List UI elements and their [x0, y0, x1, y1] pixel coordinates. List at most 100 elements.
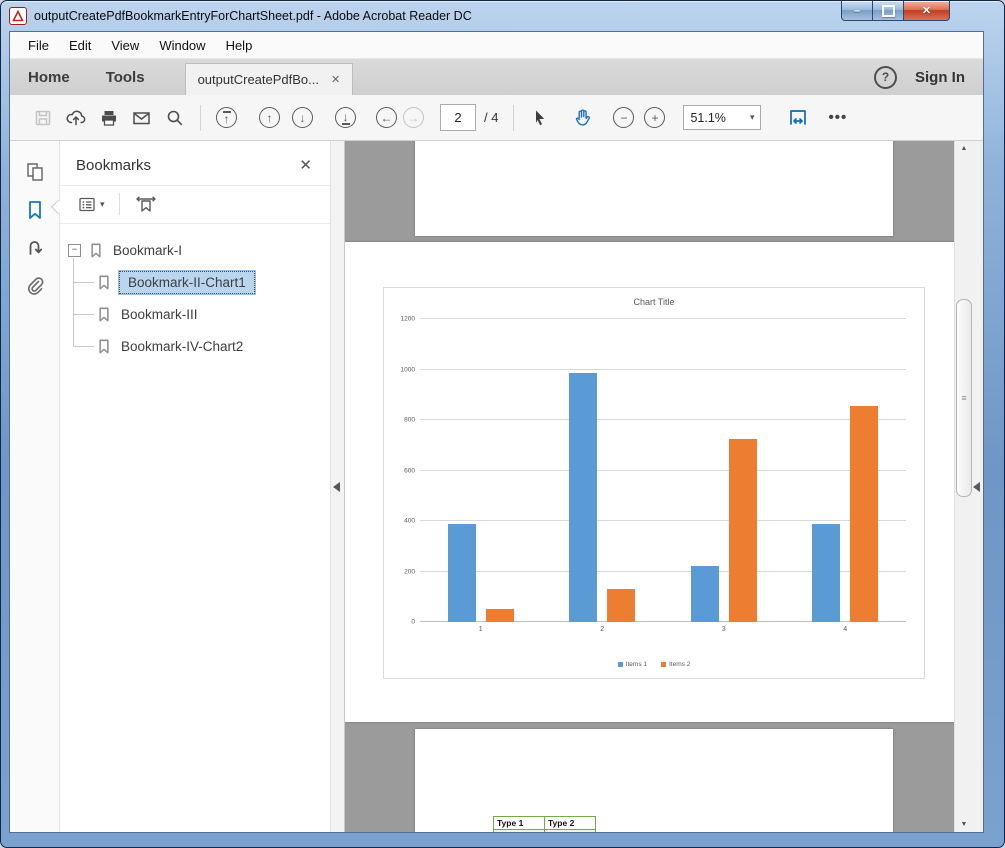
fit-width-icon — [787, 107, 809, 129]
legend-item: Items 2 — [661, 661, 690, 668]
content-navigation-button[interactable] — [18, 233, 52, 263]
zoom-level-dropdown[interactable]: 51.1% ▾ — [683, 105, 761, 130]
bar-items-2-cat-4 — [850, 406, 878, 622]
attachments-button[interactable] — [18, 271, 52, 301]
app-content: File Edit View Window Help Home Tools ou… — [9, 31, 984, 833]
email-button[interactable] — [125, 101, 158, 135]
menu-file[interactable]: File — [18, 34, 59, 57]
scroll-down-icon[interactable]: ▼ — [955, 821, 973, 828]
zoom-out-button[interactable]: − — [607, 101, 640, 135]
next-page-button[interactable]: ↓ — [286, 101, 319, 135]
menu-view[interactable]: View — [101, 34, 149, 57]
bar-items-1-cat-1 — [448, 524, 476, 622]
acrobat-window: outputCreatePdfBookmarkEntryForChartShee… — [0, 0, 1005, 848]
bookmarks-panel-button[interactable] — [18, 195, 52, 225]
select-arrow-icon — [530, 108, 550, 128]
select-tool-button[interactable] — [523, 101, 556, 135]
print-button[interactable] — [92, 101, 125, 135]
bar-groups — [420, 319, 906, 622]
sign-in-button[interactable]: Sign In — [915, 69, 965, 86]
grip-icon: ≡ — [961, 393, 966, 403]
page-1-bottom — [415, 141, 893, 236]
menu-help[interactable]: Help — [216, 34, 263, 57]
last-page-button[interactable]: ↓ — [329, 101, 362, 135]
share-button[interactable] — [59, 101, 92, 135]
minimize-button[interactable]: – — [841, 1, 873, 21]
window-controls: – ✕ — [841, 1, 950, 21]
new-bookmark-button[interactable] — [128, 194, 164, 214]
main-area: Bookmarks ✕ ▾ — [10, 141, 983, 832]
chart-legend: Items 1 Items 2 — [384, 661, 924, 668]
table-cell: 985 — [545, 830, 596, 833]
menu-window[interactable]: Window — [149, 34, 215, 57]
bookmark-item-root[interactable]: − Bookmark-I — [60, 234, 330, 266]
bookmark-glyph-icon — [96, 274, 112, 291]
forward-arrow-icon: → — [403, 107, 424, 128]
tab-home[interactable]: Home — [10, 69, 88, 86]
scrollbar-thumb[interactable]: ≡ — [956, 299, 972, 497]
help-button[interactable]: ? — [874, 66, 897, 89]
close-button[interactable]: ✕ — [904, 1, 950, 21]
bookmark-item-selected[interactable]: Bookmark-II-Chart1 — [60, 266, 330, 298]
chart-plot: 1234 020040060080010001200 — [420, 319, 906, 622]
tab-tools[interactable]: Tools — [88, 69, 163, 86]
page-thumbnails-button[interactable] — [18, 157, 52, 187]
panel-close-button[interactable]: ✕ — [299, 156, 312, 174]
legend-label: Items 1 — [626, 661, 647, 668]
bookmark-item[interactable]: Bookmark-III — [60, 298, 330, 330]
page-2: Chart Title 1234 020040060080010001200 I… — [345, 242, 954, 722]
vertical-scrollbar[interactable]: ▲ ≡ ▼ — [954, 141, 973, 832]
document-tab[interactable]: outputCreatePdfBo... ✕ — [185, 63, 354, 95]
save-button[interactable] — [26, 101, 59, 135]
bookmark-item[interactable]: Bookmark-IV-Chart2 — [60, 330, 330, 362]
panel-splitter[interactable] — [330, 141, 345, 832]
fit-width-button[interactable] — [781, 101, 814, 135]
acrobat-icon — [9, 7, 27, 25]
bar-group — [420, 319, 542, 622]
maximize-button[interactable] — [873, 1, 904, 21]
x-axis-tick-label: 1 — [420, 626, 542, 633]
table-header-cell: Type 1 — [494, 817, 545, 830]
scroll-up-icon[interactable]: ▲ — [955, 145, 973, 152]
divider — [200, 105, 201, 131]
page-number-input[interactable] — [440, 104, 476, 131]
next-view-button[interactable]: → — [397, 101, 430, 135]
bookmark-glyph-icon — [96, 306, 112, 323]
tab-close-icon[interactable]: ✕ — [331, 73, 340, 86]
main-toolbar: ↑ ↑ ↓ ↓ ← → / 4 — [10, 95, 983, 141]
divider — [119, 193, 120, 215]
bookmark-options-button[interactable]: ▾ — [72, 196, 111, 213]
previous-page-button[interactable]: ↑ — [253, 101, 286, 135]
collapse-panel-icon[interactable] — [333, 482, 340, 492]
zoom-in-button[interactable]: + — [638, 101, 671, 135]
collapse-tools-pane-icon[interactable] — [973, 482, 980, 492]
document-view[interactable]: Chart Title 1234 020040060080010001200 I… — [345, 141, 954, 832]
bookmark-label: Bookmark-IV-Chart2 — [121, 339, 243, 354]
legend-swatch — [661, 662, 666, 667]
bar-items-1-cat-3 — [691, 566, 719, 622]
bar-items-2-cat-2 — [607, 589, 635, 622]
hand-icon — [572, 107, 594, 129]
bar-items-1-cat-2 — [569, 373, 597, 622]
bookmark-label: Bookmark-I — [113, 243, 182, 258]
collapse-expander-icon[interactable]: − — [68, 244, 81, 257]
bar-items-1-cat-4 — [812, 524, 840, 622]
page-up-icon: ↑ — [259, 107, 280, 128]
x-axis-tick-label: 4 — [785, 626, 907, 633]
bar-group — [785, 319, 907, 622]
more-tools-button[interactable]: ••• — [828, 109, 847, 126]
data-table: Type 1 Type 2 390 985 — [493, 816, 596, 832]
right-edge-strip — [973, 141, 983, 832]
search-button[interactable] — [158, 101, 191, 135]
hand-tool-button[interactable] — [566, 101, 599, 135]
menu-edit[interactable]: Edit — [59, 34, 101, 57]
bookmark-label: Bookmark-II-Chart1 — [119, 271, 255, 294]
paperclip-icon — [24, 275, 46, 297]
y-axis-tick-label: 400 — [404, 518, 415, 525]
page-count-label: / 4 — [484, 110, 498, 125]
bookmark-tree: − Bookmark-I Bookmark-II-Chart1 Bookmark… — [60, 224, 330, 362]
bookmark-glyph-icon — [96, 338, 112, 355]
last-page-icon: ↓ — [335, 107, 356, 128]
y-axis-tick-label: 800 — [404, 417, 415, 424]
first-page-button[interactable]: ↑ — [210, 101, 243, 135]
